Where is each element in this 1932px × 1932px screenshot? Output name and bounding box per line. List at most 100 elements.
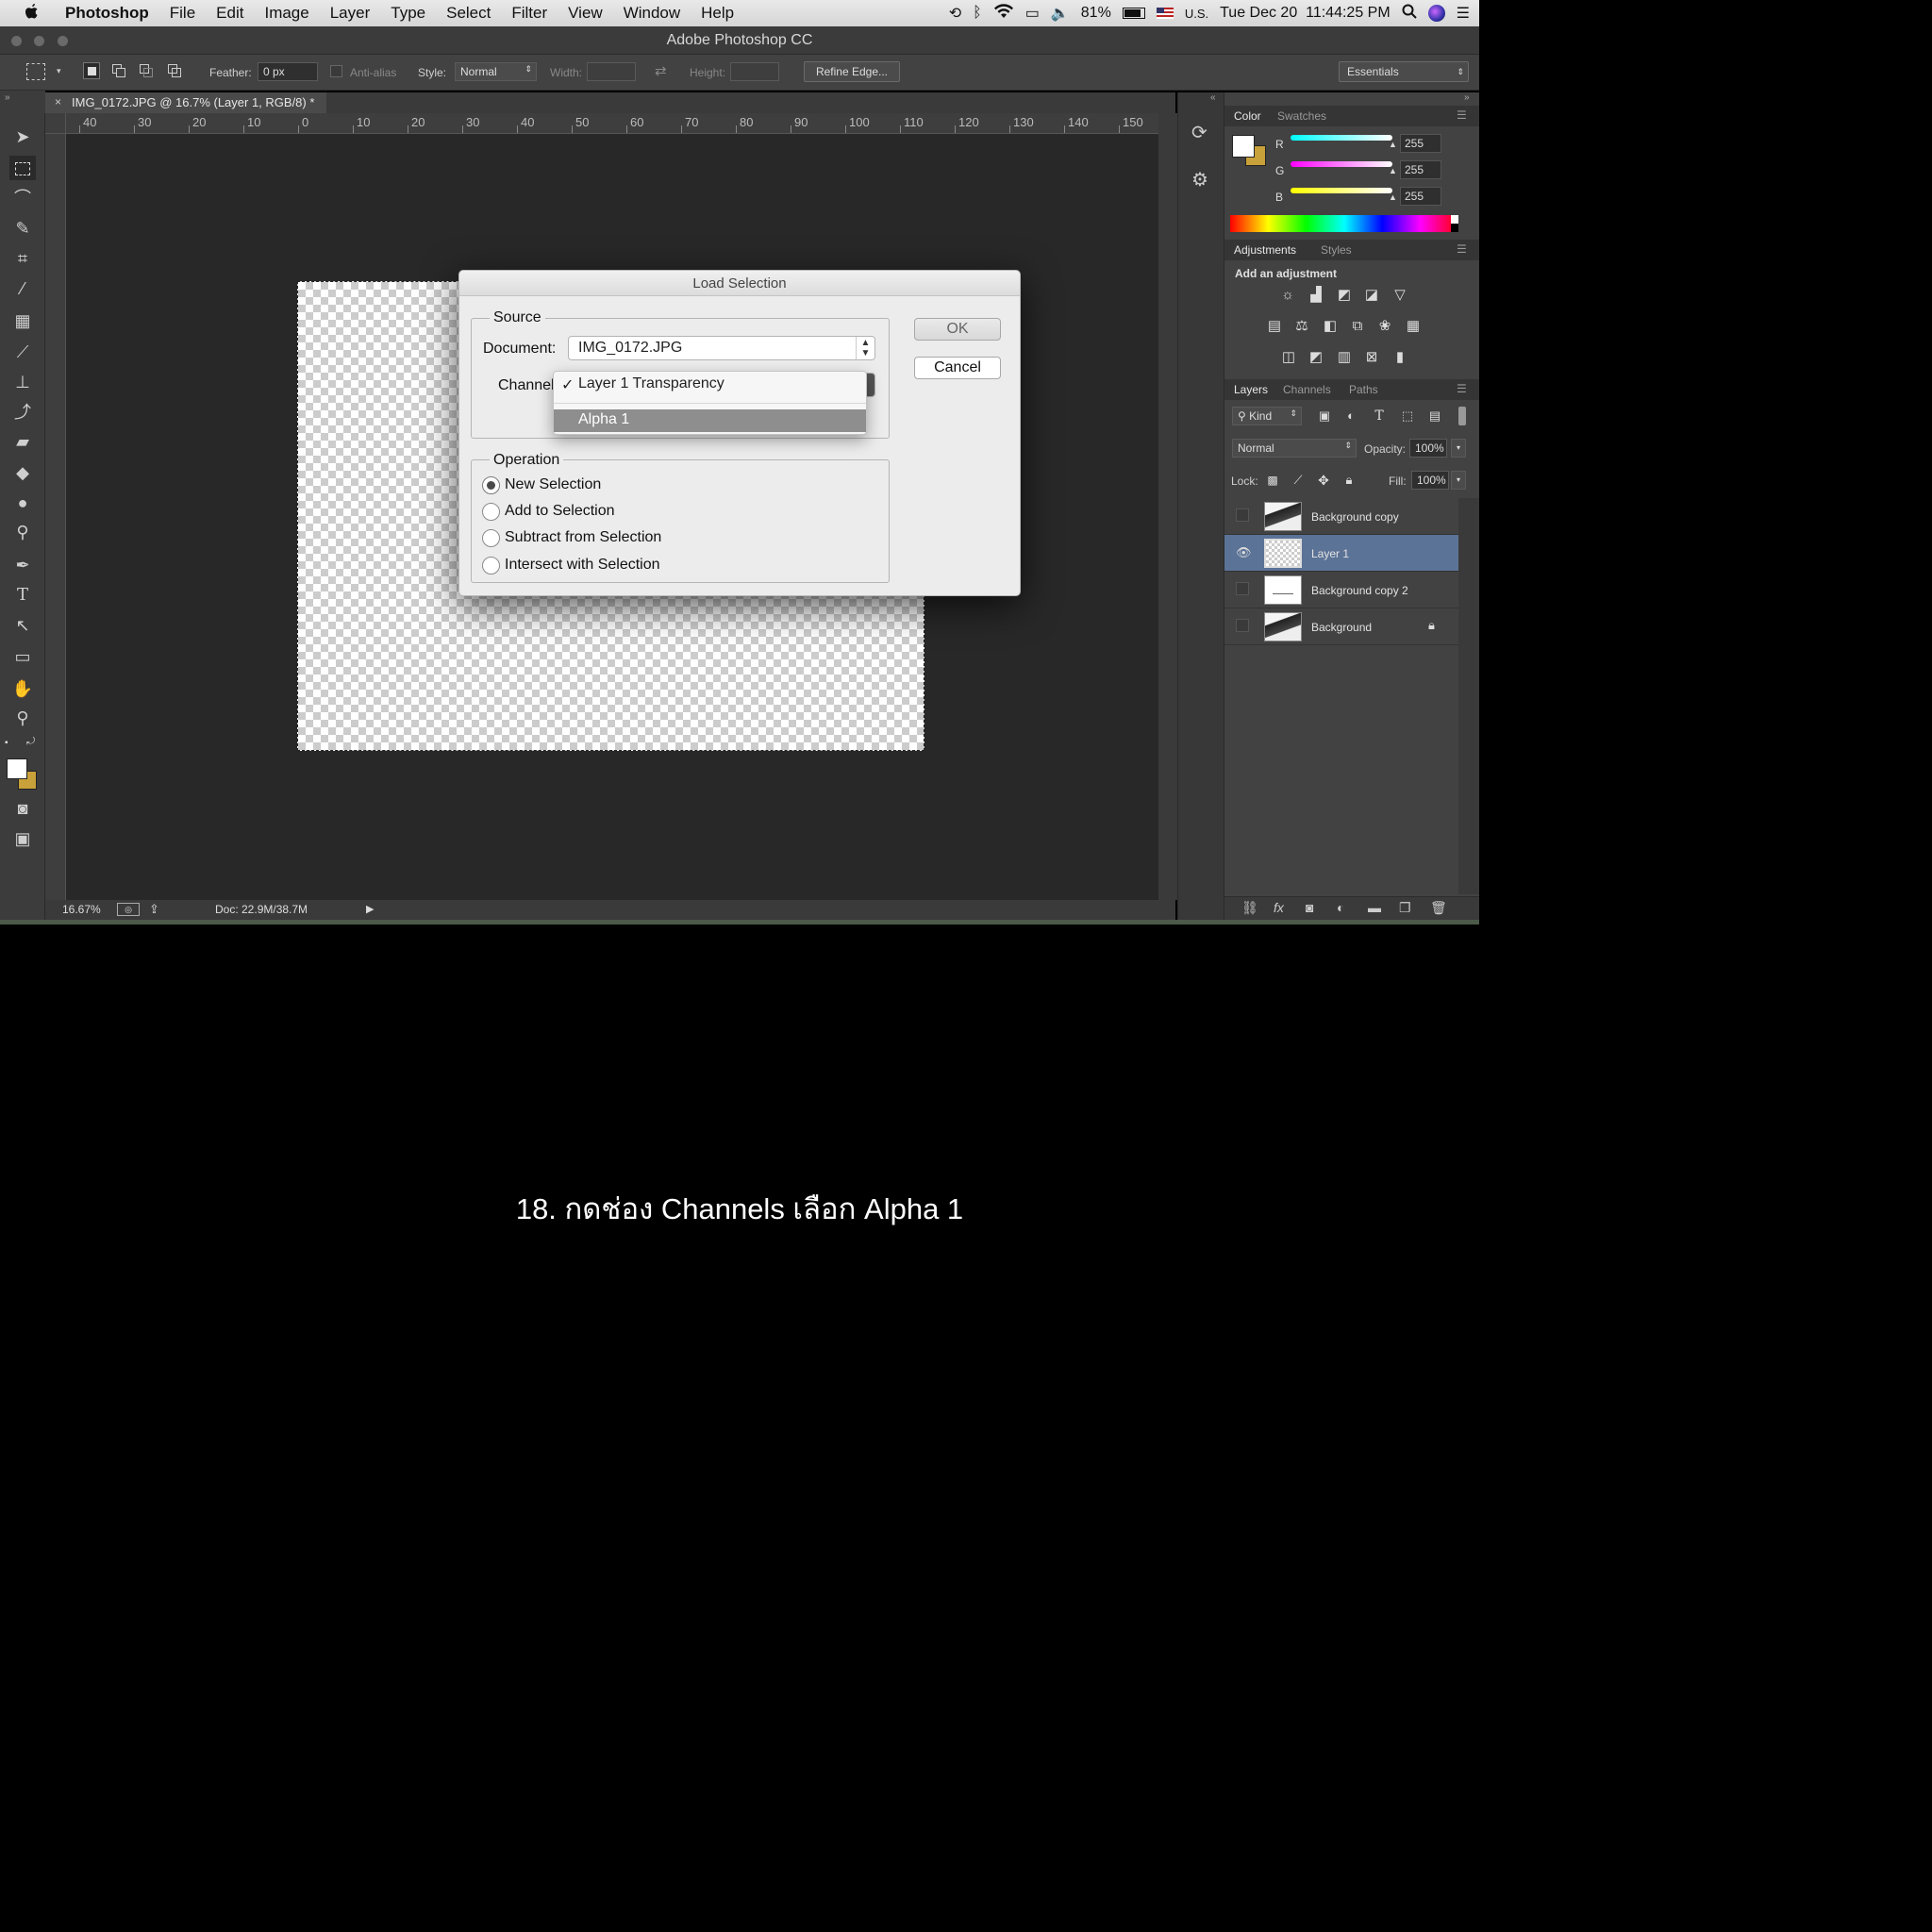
vertical-scrollbar[interactable]: [1158, 113, 1177, 900]
anti-alias-checkbox[interactable]: [330, 65, 342, 77]
ruler-origin[interactable]: [45, 113, 66, 134]
tab-color[interactable]: Color: [1234, 109, 1261, 123]
levels-icon[interactable]: ▟: [1306, 286, 1326, 305]
vibrance-icon[interactable]: ▽: [1390, 286, 1410, 305]
channel-option-layer-1-transparency[interactable]: ✓ Layer 1 Transparency: [554, 374, 866, 396]
expand-dock-icon[interactable]: «: [1210, 92, 1216, 103]
brightness-contrast-icon[interactable]: ☼: [1277, 286, 1298, 305]
quick-mask-icon[interactable]: ◙: [9, 796, 36, 821]
hand-tool-icon[interactable]: ✋: [9, 676, 36, 701]
lock-position-icon[interactable]: ✥: [1313, 471, 1334, 490]
color-balance-icon[interactable]: ⚖: [1291, 317, 1312, 336]
tab-swatches[interactable]: Swatches: [1277, 109, 1326, 123]
wifi-icon[interactable]: [993, 3, 1014, 24]
posterize-icon[interactable]: ◩: [1306, 348, 1326, 367]
threshold-icon[interactable]: ▥: [1334, 348, 1355, 367]
layer-row-background[interactable]: Background 🔒︎: [1224, 608, 1458, 645]
eraser-tool-icon[interactable]: ▰: [9, 429, 36, 454]
menu-type[interactable]: Type: [380, 4, 436, 23]
zoom-tool-icon[interactable]: ⚲: [9, 706, 36, 730]
rectangular-marquee-tool-icon[interactable]: [9, 156, 36, 180]
invert-icon[interactable]: ◫: [1278, 348, 1299, 367]
default-colors-icon[interactable]: ▪: [5, 738, 8, 748]
history-panel-icon[interactable]: ⟳: [1191, 121, 1208, 144]
add-mask-icon[interactable]: ◙: [1306, 900, 1313, 915]
hue-saturation-icon[interactable]: ▤: [1264, 317, 1285, 336]
type-tool-icon[interactable]: T: [9, 583, 36, 608]
subtract-from-selection-label[interactable]: Subtract from Selection: [505, 529, 661, 546]
intersect-selection-mode-icon[interactable]: [166, 62, 183, 79]
opacity-input[interactable]: 100%: [1409, 439, 1447, 458]
close-tab-icon[interactable]: ×: [55, 95, 61, 108]
style-select[interactable]: Normal ⇕: [455, 62, 537, 81]
subtract-selection-mode-icon[interactable]: [138, 62, 155, 79]
volume-icon[interactable]: 🔈: [1051, 4, 1070, 23]
menu-view[interactable]: View: [558, 4, 613, 23]
filter-type-layers-icon[interactable]: T: [1369, 407, 1390, 425]
screen-mode-icon[interactable]: ▣: [9, 826, 36, 851]
layer-visibility-toggle[interactable]: [1236, 582, 1249, 595]
color-lookup-icon[interactable]: ▦: [1403, 317, 1424, 336]
b-slider-handle-icon[interactable]: ▲: [1389, 192, 1397, 202]
panel-menu-icon[interactable]: ☰: [1457, 108, 1467, 122]
filter-adjustment-layers-icon[interactable]: ◐: [1341, 407, 1361, 425]
layer-row-layer-1-selected[interactable]: 👁︎ Layer 1: [1224, 535, 1458, 572]
color-spectrum-ramp[interactable]: [1230, 215, 1458, 232]
menu-image[interactable]: Image: [254, 4, 319, 23]
channel-option-alpha-1[interactable]: Alpha 1: [554, 409, 866, 432]
foreground-color-swatch[interactable]: [7, 758, 27, 779]
photo-filter-icon[interactable]: ⧉: [1347, 317, 1368, 336]
notification-center-icon[interactable]: ☰: [1457, 4, 1470, 23]
eyedropper-tool-icon[interactable]: ⁄: [9, 276, 36, 301]
layer-visibility-toggle[interactable]: [1236, 619, 1249, 632]
menu-layer[interactable]: Layer: [320, 4, 381, 23]
tab-styles[interactable]: Styles: [1321, 243, 1352, 257]
layer-visibility-toggle[interactable]: [1236, 508, 1249, 522]
timeline-icon[interactable]: ◎: [117, 903, 140, 916]
tab-paths[interactable]: Paths: [1349, 383, 1378, 396]
layer-filter-kind-select[interactable]: ⚲ Kind ⇕: [1232, 407, 1302, 425]
zoom-level[interactable]: 16.67%: [62, 903, 101, 916]
collapse-panels-icon[interactable]: »: [1464, 92, 1470, 103]
new-selection-radio[interactable]: [482, 476, 500, 494]
new-selection-mode-icon[interactable]: [83, 62, 100, 79]
quick-selection-tool-icon[interactable]: ✎: [9, 216, 36, 241]
document-tab[interactable]: × IMG_0172.JPG @ 16.7% (Layer 1, RGB/8) …: [45, 92, 326, 113]
share-icon[interactable]: ⇪: [149, 902, 159, 917]
blur-tool-icon[interactable]: ●: [9, 491, 36, 515]
swap-colors-icon[interactable]: ⤾: [26, 736, 35, 748]
b-value-input[interactable]: 255: [1400, 187, 1441, 206]
layer-style-fx-icon[interactable]: fx: [1274, 900, 1284, 915]
filter-smart-objects-icon[interactable]: ▤: [1424, 407, 1445, 425]
layer-row-background-copy[interactable]: Background copy: [1224, 498, 1458, 535]
lasso-tool-icon[interactable]: ⌒: [9, 186, 36, 210]
height-input[interactable]: [730, 62, 779, 81]
move-tool-icon[interactable]: ➤: [9, 125, 36, 149]
filter-pixel-layers-icon[interactable]: ▣: [1314, 407, 1335, 425]
lock-image-pixels-icon[interactable]: ⟋: [1288, 471, 1308, 490]
g-slider[interactable]: [1291, 161, 1392, 167]
panel-menu-icon[interactable]: ☰: [1457, 242, 1467, 256]
history-brush-tool-icon[interactable]: ⤴: [9, 400, 36, 425]
layer-row-background-copy-2[interactable]: Background copy 2: [1224, 572, 1458, 608]
battery-icon[interactable]: [1122, 8, 1145, 19]
g-value-input[interactable]: 255: [1400, 160, 1441, 179]
swap-width-height-icon[interactable]: ⇄: [655, 62, 667, 79]
menu-window[interactable]: Window: [613, 4, 691, 23]
intersect-with-selection-label[interactable]: Intersect with Selection: [505, 557, 660, 574]
preset-dropdown-arrow-icon[interactable]: ▾: [57, 66, 61, 76]
fill-input[interactable]: 100%: [1411, 471, 1449, 490]
refine-edge-button[interactable]: Refine Edge...: [804, 61, 900, 82]
menu-file[interactable]: File: [159, 4, 206, 23]
channel-mixer-icon[interactable]: ❀: [1374, 317, 1395, 336]
add-to-selection-label[interactable]: Add to Selection: [505, 503, 615, 520]
menu-filter[interactable]: Filter: [501, 4, 558, 23]
r-slider[interactable]: [1291, 135, 1392, 141]
color-panel-foreground-swatch[interactable]: [1232, 135, 1255, 158]
gradient-map-icon[interactable]: ▮: [1390, 348, 1410, 367]
b-slider[interactable]: [1291, 188, 1392, 193]
menu-app-photoshop[interactable]: Photoshop: [55, 4, 159, 23]
paint-bucket-tool-icon[interactable]: ◆: [9, 460, 36, 485]
feather-input[interactable]: 0 px: [258, 62, 318, 81]
layers-scrollbar[interactable]: [1458, 498, 1479, 894]
